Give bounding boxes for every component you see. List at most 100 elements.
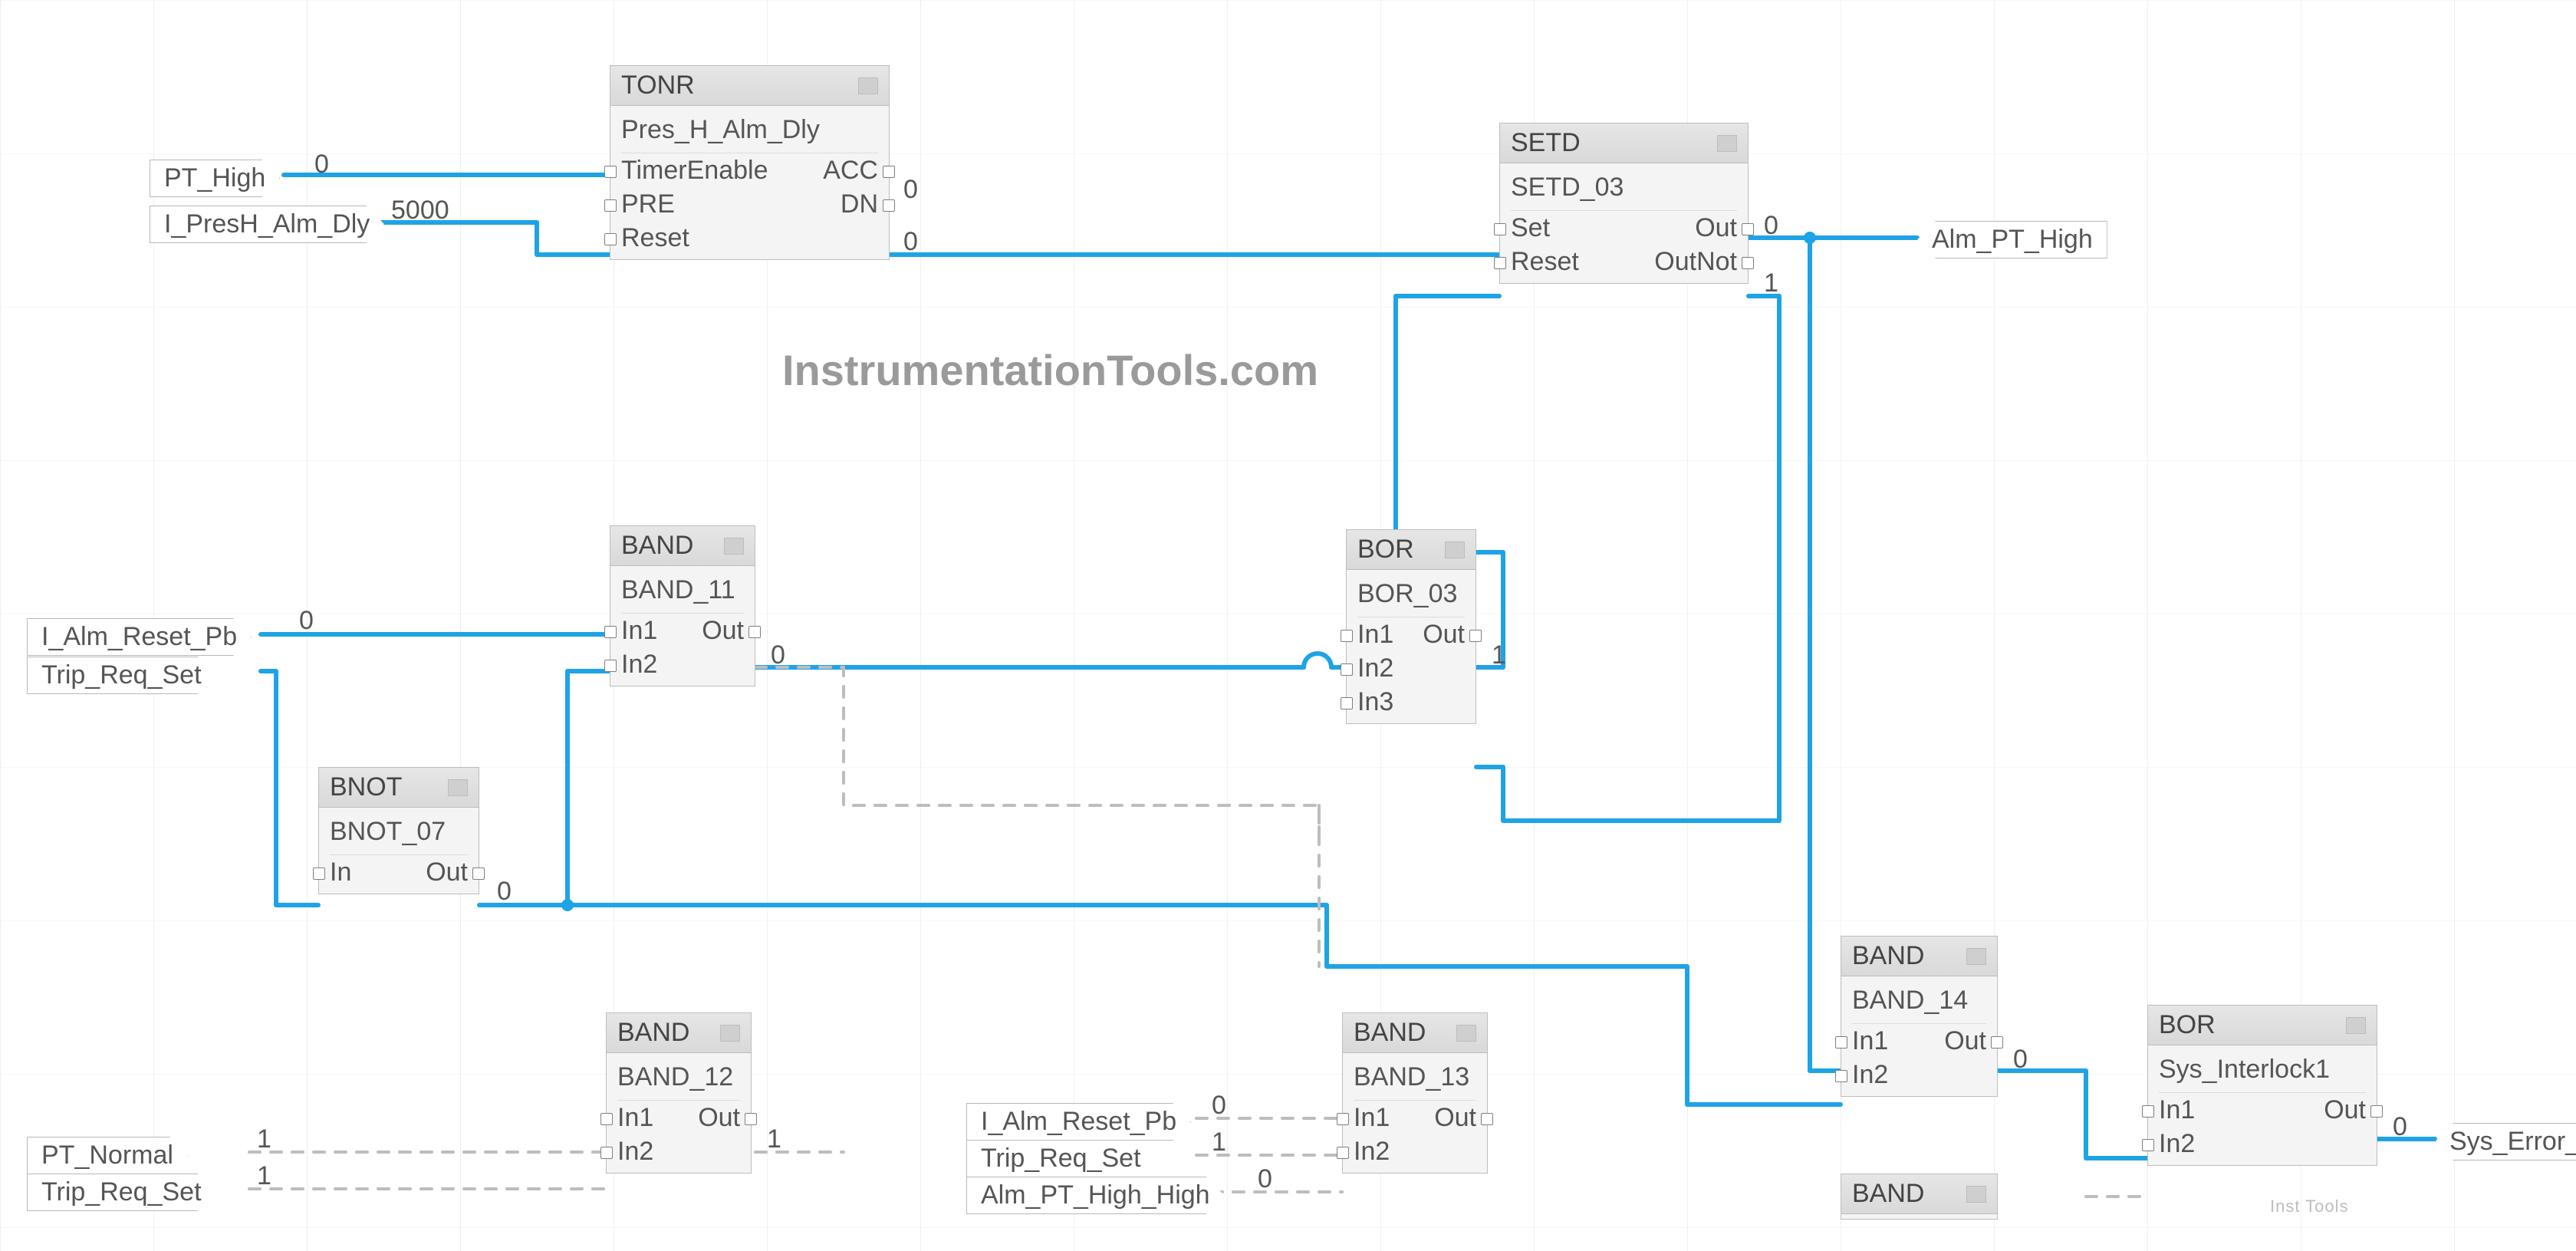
block-type: BOR <box>2159 1010 2216 1040</box>
port-out: Out <box>1944 1026 1986 1056</box>
block-menu-icon[interactable] <box>858 77 878 94</box>
port-outnot: OutNot <box>1654 247 1737 277</box>
block-instance: BAND_13 <box>1354 1058 1476 1101</box>
port-set: Set <box>1511 213 1550 243</box>
port-out: Out <box>1434 1103 1476 1133</box>
block-instance: Pres_H_Alm_Dly <box>621 110 878 153</box>
port-in1: In1 <box>2159 1095 2195 1125</box>
block-instance: BAND_11 <box>621 571 744 614</box>
val-tonr-acc: 0 <box>903 175 918 205</box>
block-menu-icon[interactable] <box>724 538 744 555</box>
tag-trip-req-set-1[interactable]: Trip_Req_Set <box>27 657 216 694</box>
val-tonr-dn: 0 <box>903 227 918 257</box>
val-pt-normal: 1 <box>257 1124 271 1154</box>
tag-sys-error-pt[interactable]: Sys_Error_PT <box>2435 1123 2576 1160</box>
port-dn: DN <box>841 189 878 219</box>
val-alm-pt-high-high: 0 <box>1258 1164 1272 1194</box>
block-menu-icon[interactable] <box>1717 135 1737 152</box>
tag-label: Trip_Req_Set <box>27 657 216 694</box>
val-i-alm-reset-pb-1: 0 <box>299 606 314 636</box>
val-trip-req-set-3: 1 <box>1212 1128 1226 1157</box>
block-instance: BAND_12 <box>617 1058 740 1101</box>
port-timer-enable: TimerEnable <box>621 156 768 186</box>
val-setd-outnot: 1 <box>1764 268 1778 298</box>
tag-label: Trip_Req_Set <box>966 1140 1156 1177</box>
val-setd-out: 0 <box>1764 211 1778 241</box>
block-type: BAND <box>1852 941 1924 971</box>
block-band14[interactable]: BAND BAND_14 In1Out In2 <box>1841 936 1998 1097</box>
block-band11[interactable]: BAND BAND_11 In1Out In2 <box>610 525 755 686</box>
tag-label: Alm_PT_High_High <box>966 1177 1225 1214</box>
val-band14-out: 0 <box>2013 1045 2028 1075</box>
val-bor03-out: 1 <box>1492 640 1506 670</box>
port-in1: In1 <box>1354 1103 1390 1133</box>
port-out: Out <box>2324 1095 2366 1125</box>
tag-i-alm-reset-pb-2[interactable]: I_Alm_Reset_Pb <box>966 1103 1191 1141</box>
port-in2: In2 <box>1852 1060 1888 1090</box>
port-out: Out <box>702 616 744 646</box>
block-menu-icon[interactable] <box>1966 948 1986 965</box>
block-menu-icon[interactable] <box>448 779 468 796</box>
block-band12[interactable]: BAND BAND_12 In1 Out In2 <box>606 1012 752 1174</box>
block-type: BAND <box>617 1018 689 1048</box>
block-band-partial[interactable]: BAND <box>1841 1174 1998 1220</box>
watermark: InstrumentationTools.com <box>782 345 1318 395</box>
block-instance: SETD_03 <box>1511 168 1737 211</box>
tag-trip-req-set-2[interactable]: Trip_Req_Set <box>27 1174 216 1211</box>
block-menu-icon[interactable] <box>720 1025 740 1042</box>
tag-label: PT_High <box>150 160 280 197</box>
port-in1: In1 <box>1852 1026 1888 1056</box>
block-type: BAND <box>621 531 693 561</box>
port-out: Out <box>698 1103 740 1133</box>
val-pt-high: 0 <box>314 150 329 179</box>
block-instance: Sys_Interlock1 <box>2159 1050 2366 1093</box>
tag-pt-normal[interactable]: PT_Normal <box>27 1137 188 1174</box>
tag-label: Sys_Error_PT <box>2435 1123 2576 1160</box>
port-reset: Reset <box>621 223 689 253</box>
block-type: BAND <box>1354 1018 1426 1048</box>
block-band13[interactable]: BAND BAND_13 In1 Out In2 <box>1342 1012 1488 1174</box>
tag-label: Alm_PT_High <box>1917 221 2107 258</box>
block-menu-icon[interactable] <box>1456 1025 1476 1042</box>
tag-label: Trip_Req_Set <box>27 1174 216 1211</box>
val-sys-interlock1-out: 0 <box>2393 1112 2407 1142</box>
port-out: Out <box>1695 213 1737 243</box>
port-reset: Reset <box>1511 247 1579 277</box>
port-acc: ACC <box>823 156 878 186</box>
block-instance: BNOT_07 <box>330 812 468 855</box>
block-instance: BOR_03 <box>1357 574 1465 617</box>
block-type: BOR <box>1357 535 1414 565</box>
block-type: BAND <box>1852 1179 1924 1209</box>
block-menu-icon[interactable] <box>1966 1186 1986 1203</box>
val-trip-req-set-2: 1 <box>257 1161 271 1191</box>
port-in2: In2 <box>2159 1129 2195 1159</box>
block-sys-interlock1[interactable]: BOR Sys_Interlock1 In1 Out In2 <box>2147 1005 2377 1166</box>
val-bnot07-out: 0 <box>497 877 512 907</box>
port-out: Out <box>426 858 468 887</box>
block-type: SETD <box>1511 128 1581 158</box>
block-setd[interactable]: SETD SETD_03 Set Out Reset OutNot <box>1499 123 1749 284</box>
tag-i-presh-alm-dly[interactable]: I_PresH_Alm_Dly <box>150 206 384 243</box>
val-i-presh-alm-dly: 5000 <box>391 196 449 226</box>
tag-pt-high[interactable]: PT_High <box>150 160 280 197</box>
tag-label: I_PresH_Alm_Dly <box>150 206 384 243</box>
port-in2: In2 <box>617 1137 653 1167</box>
port-in2: In2 <box>1357 653 1393 683</box>
block-tonr[interactable]: TONR Pres_H_Alm_Dly TimerEnableACC PREDN… <box>610 65 890 260</box>
tag-alm-pt-high-high[interactable]: Alm_PT_High_High <box>966 1177 1225 1214</box>
tag-trip-req-set-3[interactable]: Trip_Req_Set <box>966 1140 1156 1177</box>
block-bor03[interactable]: BOR BOR_03 In1Out In2 In3 <box>1346 529 1476 724</box>
port-in1: In1 <box>617 1103 653 1133</box>
block-menu-icon[interactable] <box>1445 542 1465 558</box>
port-in2: In2 <box>1354 1137 1390 1167</box>
port-in1: In1 <box>1357 620 1393 650</box>
tag-label: PT_Normal <box>27 1137 188 1174</box>
port-in: In <box>330 858 351 887</box>
block-menu-icon[interactable] <box>2346 1017 2366 1034</box>
block-bnot07[interactable]: BNOT BNOT_07 In Out <box>318 767 479 894</box>
tag-alm-pt-high[interactable]: Alm_PT_High <box>1917 221 2107 258</box>
block-type: BNOT <box>330 772 402 802</box>
diagram-canvas: InstrumentationTools.com Inst Tools PT_H… <box>0 0 2576 1251</box>
tag-i-alm-reset-pb-1[interactable]: I_Alm_Reset_Pb <box>27 618 252 656</box>
port-out: Out <box>1423 620 1465 650</box>
